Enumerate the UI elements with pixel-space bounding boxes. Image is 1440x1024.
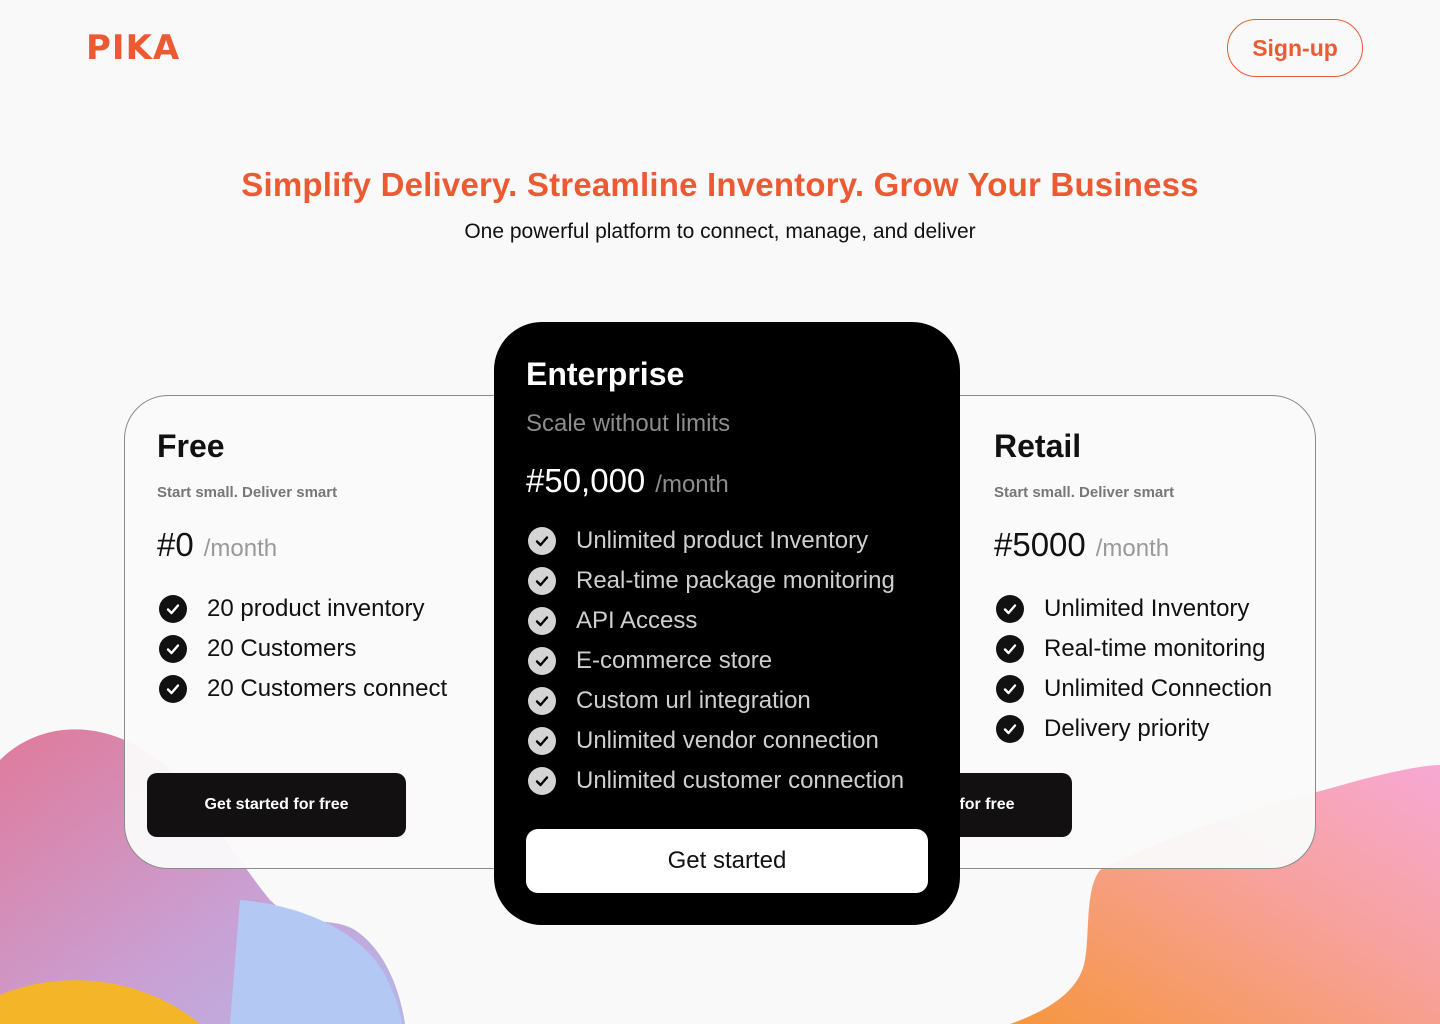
feature-item: Custom url integration [526,681,904,721]
feature-label: Real-time package monitoring [576,567,895,594]
feature-label: 20 Customers connect [207,675,448,702]
plan-price: #5000 [994,526,1086,563]
free-get-started-button[interactable]: Get started for free [147,773,406,837]
feature-label: Unlimited customer connection [576,767,905,794]
check-circle-icon [528,767,556,795]
feature-label: Unlimited Connection [1044,675,1273,702]
hero-subtitle: One powerful platform to connect, manage… [464,220,976,243]
check-circle-icon [996,595,1024,623]
feature-list: 20 product inventory 20 Customers 20 Cus… [157,589,447,709]
plan-name: Free [157,428,225,464]
feature-label: Unlimited Inventory [1044,595,1250,622]
feature-item: E-commerce store [526,641,904,681]
feature-label: E-commerce store [576,647,773,674]
check-circle-icon [528,687,556,715]
feature-item: Unlimited product Inventory [526,521,904,561]
plan-name: Retail [994,428,1082,464]
feature-label: Real-time monitoring [1044,635,1266,662]
feature-label: Unlimited vendor connection [576,727,879,754]
plan-tagline: Scale without limits [526,410,731,437]
check-circle-icon [996,635,1024,663]
pricing-page: PIKA Sign-up Simplify Delivery. Streamli… [0,0,1440,1024]
price-period: /month [1095,535,1170,562]
price-row: #0 /month [157,526,277,564]
price-period: /month [203,535,278,562]
signup-button[interactable]: Sign-up [1227,19,1363,77]
feature-item: Real-time monitoring [994,629,1272,669]
feature-item: Real-time package monitoring [526,561,904,601]
feature-label: 20 Customers [207,635,357,662]
check-circle-icon [528,647,556,675]
price-period: /month [655,471,729,498]
logo[interactable]: PIKA [86,28,180,68]
feature-item: 20 product inventory [157,589,447,629]
feature-item: 20 Customers connect [157,669,447,709]
feature-item: API Access [526,601,904,641]
feature-item: 20 Customers [157,629,447,669]
check-circle-icon [159,635,187,663]
check-circle-icon [528,607,556,635]
plan-price: #50,000 [526,462,646,499]
feature-label: Custom url integration [576,687,811,714]
plan-tagline: Start small. Deliver smart [157,484,338,501]
feature-item: Delivery priority [994,709,1272,749]
feature-label: API Access [576,607,698,634]
feature-item: Unlimited customer connection [526,761,904,801]
check-circle-icon [528,727,556,755]
check-circle-icon [996,715,1024,743]
hero-title: Simplify Delivery. Streamline Inventory.… [241,166,1199,203]
plan-price: #0 [157,526,194,563]
enterprise-get-started-button[interactable]: Get started [526,829,928,893]
feature-list: Unlimited product Inventory Real-time pa… [526,521,904,801]
check-circle-icon [159,595,187,623]
plan-tagline: Start small. Deliver smart [994,484,1175,501]
feature-label: Delivery priority [1044,715,1210,742]
feature-item: Unlimited Connection [994,669,1272,709]
check-circle-icon [528,527,556,555]
check-circle-icon [159,675,187,703]
plan-card-enterprise: Enterprise Scale without limits #50,000 … [494,322,960,925]
price-row: #5000 /month [994,526,1169,564]
price-row: #50,000 /month [526,462,729,500]
feature-label: Unlimited product Inventory [576,527,869,554]
feature-item: Unlimited Inventory [994,589,1272,629]
check-circle-icon [996,675,1024,703]
plan-name: Enterprise [526,356,685,392]
feature-label: 20 product inventory [207,595,425,622]
feature-item: Unlimited vendor connection [526,721,904,761]
feature-list: Unlimited Inventory Real-time monitoring… [994,589,1272,749]
check-circle-icon [528,567,556,595]
